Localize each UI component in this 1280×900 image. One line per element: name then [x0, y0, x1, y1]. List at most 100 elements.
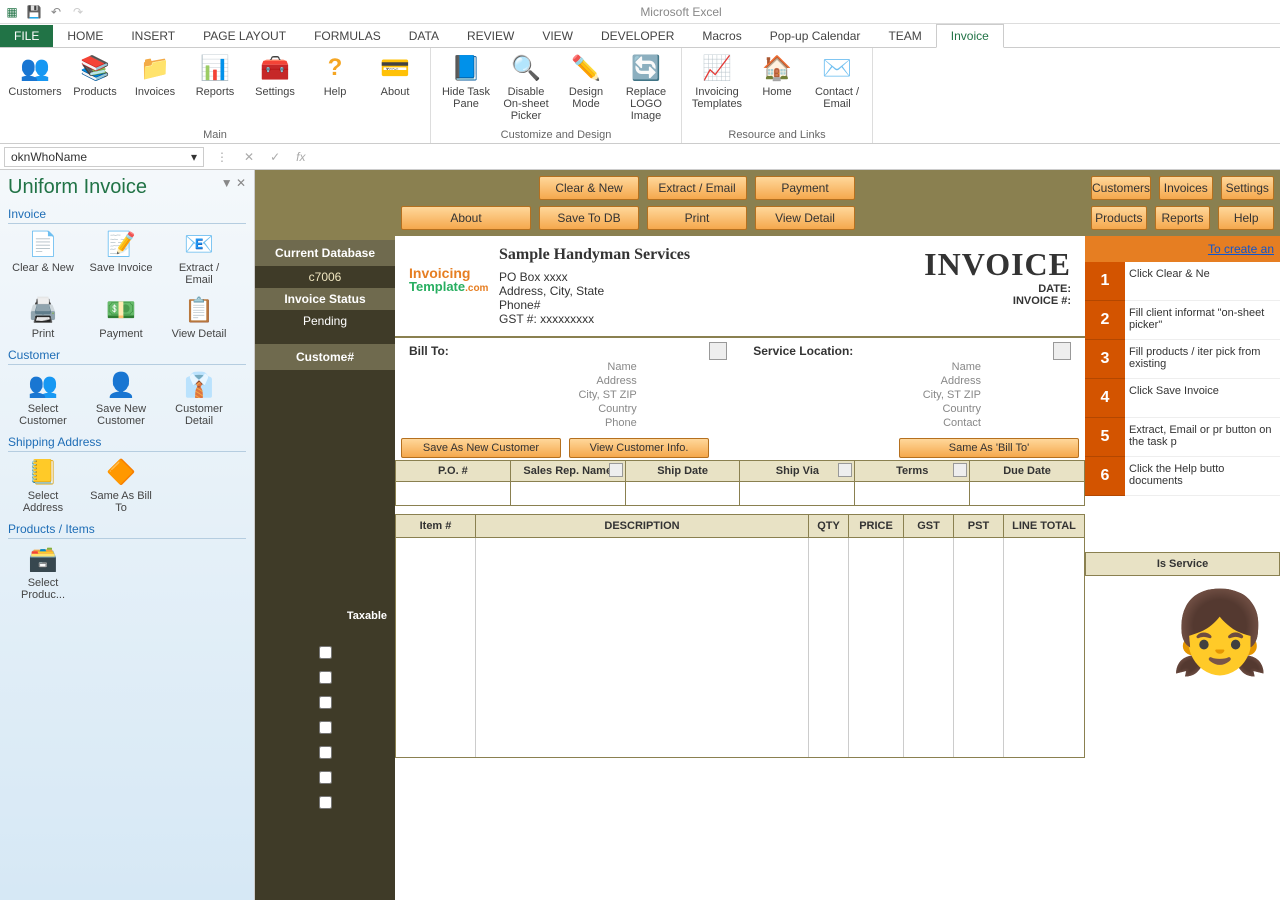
btn-save-new-customer[interactable]: Save As New Customer	[401, 438, 561, 458]
col-qty: QTY	[809, 515, 849, 537]
chevron-down-icon[interactable]: ▾	[191, 150, 197, 164]
title-bar: ▦ 💾 ↶ ↷ Microsoft Excel	[0, 0, 1280, 24]
tp-save-invoice[interactable]: 📝Save Invoice	[86, 228, 156, 286]
taxable-chk[interactable]	[319, 721, 332, 734]
terms-picker[interactable]	[953, 463, 967, 477]
redo-icon[interactable]: ↷	[70, 4, 86, 20]
btn-print[interactable]: Print	[647, 206, 747, 230]
tp-same-as-billto[interactable]: 🔶Same As Bill To	[86, 456, 156, 514]
btn-payment[interactable]: Payment	[755, 176, 855, 200]
po-num-cell[interactable]	[396, 482, 511, 505]
ribbon-hide-task[interactable]: 📘Hide Task Pane	[439, 52, 493, 122]
sales-rep-picker[interactable]	[609, 463, 623, 477]
ribbon-home[interactable]: 🏠Home	[750, 52, 804, 110]
step-num: 6	[1085, 457, 1125, 496]
ribbon-help[interactable]: ?Help	[308, 52, 362, 98]
ribbon-products[interactable]: 📚Products	[68, 52, 122, 98]
tab-home[interactable]: HOME	[53, 25, 117, 47]
tp-customer-detail[interactable]: 👔Customer Detail	[164, 369, 234, 427]
tp-section-products: Products / Items	[8, 522, 246, 539]
btn-view-detail[interactable]: View Detail	[755, 206, 855, 230]
step-text: Click Clear & Ne	[1125, 262, 1280, 301]
tab-data[interactable]: DATA	[395, 25, 453, 47]
tp-extract-email[interactable]: 📧Extract / Email	[164, 228, 234, 286]
taxable-chk[interactable]	[319, 771, 332, 784]
tab-file[interactable]: FILE	[0, 25, 53, 47]
tab-team[interactable]: TEAM	[874, 25, 935, 47]
tp-save-customer[interactable]: 👤Save New Customer	[86, 369, 156, 427]
mascot-image: 👧	[1085, 576, 1280, 690]
tab-formulas[interactable]: FORMULAS	[300, 25, 395, 47]
taxable-chk[interactable]	[319, 746, 332, 759]
btn-invoices[interactable]: Invoices	[1159, 176, 1212, 200]
tab-invoice[interactable]: Invoice	[936, 24, 1004, 48]
ribbon-templates[interactable]: 📈Invoicing Templates	[690, 52, 744, 110]
ribbon-reports[interactable]: 📊Reports	[188, 52, 242, 98]
tp-print[interactable]: 🖨️Print	[8, 294, 78, 340]
tab-popup[interactable]: Pop-up Calendar	[756, 25, 875, 47]
btn-customers[interactable]: Customers	[1091, 176, 1151, 200]
col-item: Item #	[396, 515, 476, 537]
tab-pagelayout[interactable]: PAGE LAYOUT	[189, 25, 300, 47]
terms-cell[interactable]	[855, 482, 970, 505]
ribbon-invoices[interactable]: 📁Invoices	[128, 52, 182, 98]
ribbon-contact[interactable]: ✉️Contact / Email	[810, 52, 864, 110]
company-info: Sample Handyman Services PO Box xxxx Add…	[499, 246, 690, 326]
ribbon-replace-logo[interactable]: 🔄Replace LOGO Image	[619, 52, 673, 122]
tab-macros[interactable]: Macros	[688, 25, 755, 47]
steps: 1Click Clear & Ne 2Fill client informat …	[1085, 262, 1280, 496]
tp-payment[interactable]: 💵Payment	[86, 294, 156, 340]
taskpane-close-icon[interactable]: ▼ ✕	[221, 176, 246, 199]
company-name: Sample Handyman Services	[499, 246, 690, 264]
ribbon-customers[interactable]: 👥Customers	[8, 52, 62, 98]
tab-review[interactable]: REVIEW	[453, 25, 528, 47]
tp-clear-new[interactable]: 📄Clear & New	[8, 228, 78, 286]
fx-icon[interactable]: fx	[288, 150, 313, 164]
name-box[interactable]: oknWhoName▾	[4, 147, 204, 167]
tp-select-address[interactable]: 📒Select Address	[8, 456, 78, 514]
tp-select-products[interactable]: 🗃️Select Produc...	[8, 543, 78, 601]
btn-extract-email[interactable]: Extract / Email	[647, 176, 747, 200]
btn-about[interactable]: About	[401, 206, 531, 230]
service-picker-button[interactable]	[1053, 342, 1071, 360]
btn-save-db[interactable]: Save To DB	[539, 206, 639, 230]
btn-products[interactable]: Products	[1091, 206, 1147, 230]
ribbon-about[interactable]: 💳About	[368, 52, 422, 98]
tab-insert[interactable]: INSERT	[117, 25, 189, 47]
btn-settings[interactable]: Settings	[1221, 176, 1274, 200]
ribbon-settings[interactable]: 🧰Settings	[248, 52, 302, 98]
accept-icon[interactable]: ✓	[262, 150, 288, 164]
taxable-chk[interactable]	[319, 796, 332, 809]
btn-help[interactable]: Help	[1218, 206, 1274, 230]
due-date-cell[interactable]	[970, 482, 1084, 505]
billto-picker-button[interactable]	[709, 342, 727, 360]
save-icon[interactable]: 💾	[26, 4, 42, 20]
po-value-row	[395, 482, 1085, 506]
tab-view[interactable]: VIEW	[528, 25, 587, 47]
btn-clear-new[interactable]: Clear & New	[539, 176, 639, 200]
sheet-left-col: Current Database c7006 Invoice Status Pe…	[255, 170, 395, 900]
btn-same-as-billto[interactable]: Same As 'Bill To'	[899, 438, 1079, 458]
sales-rep-cell[interactable]	[511, 482, 626, 505]
date-label: DATE:	[924, 283, 1071, 295]
cancel-icon[interactable]: ✕	[236, 150, 262, 164]
taxable-chk[interactable]	[319, 696, 332, 709]
items-grid[interactable]	[395, 538, 1085, 758]
step-text: Extract, Email or pr button on the task …	[1125, 418, 1280, 457]
tab-developer[interactable]: DEVELOPER	[587, 25, 688, 47]
btn-reports[interactable]: Reports	[1155, 206, 1211, 230]
undo-icon[interactable]: ↶	[48, 4, 64, 20]
ship-via-picker[interactable]	[838, 463, 852, 477]
tp-view-detail[interactable]: 📋View Detail	[164, 294, 234, 340]
ribbon-design-mode[interactable]: ✏️Design Mode	[559, 52, 613, 122]
taxable-chk[interactable]	[319, 646, 332, 659]
btn-view-customer-info[interactable]: View Customer Info.	[569, 438, 709, 458]
create-link[interactable]: To create an	[1085, 236, 1280, 262]
taxable-chk[interactable]	[319, 671, 332, 684]
tp-select-customer[interactable]: 👥Select Customer	[8, 369, 78, 427]
ribbon-disable-picker[interactable]: 🔍Disable On-sheet Picker	[499, 52, 553, 122]
col-price: PRICE	[849, 515, 904, 537]
bill-to-box: Bill To: Name Address City, ST ZIP Count…	[409, 342, 727, 430]
ship-via-cell[interactable]	[740, 482, 855, 505]
ship-date-cell[interactable]	[626, 482, 741, 505]
